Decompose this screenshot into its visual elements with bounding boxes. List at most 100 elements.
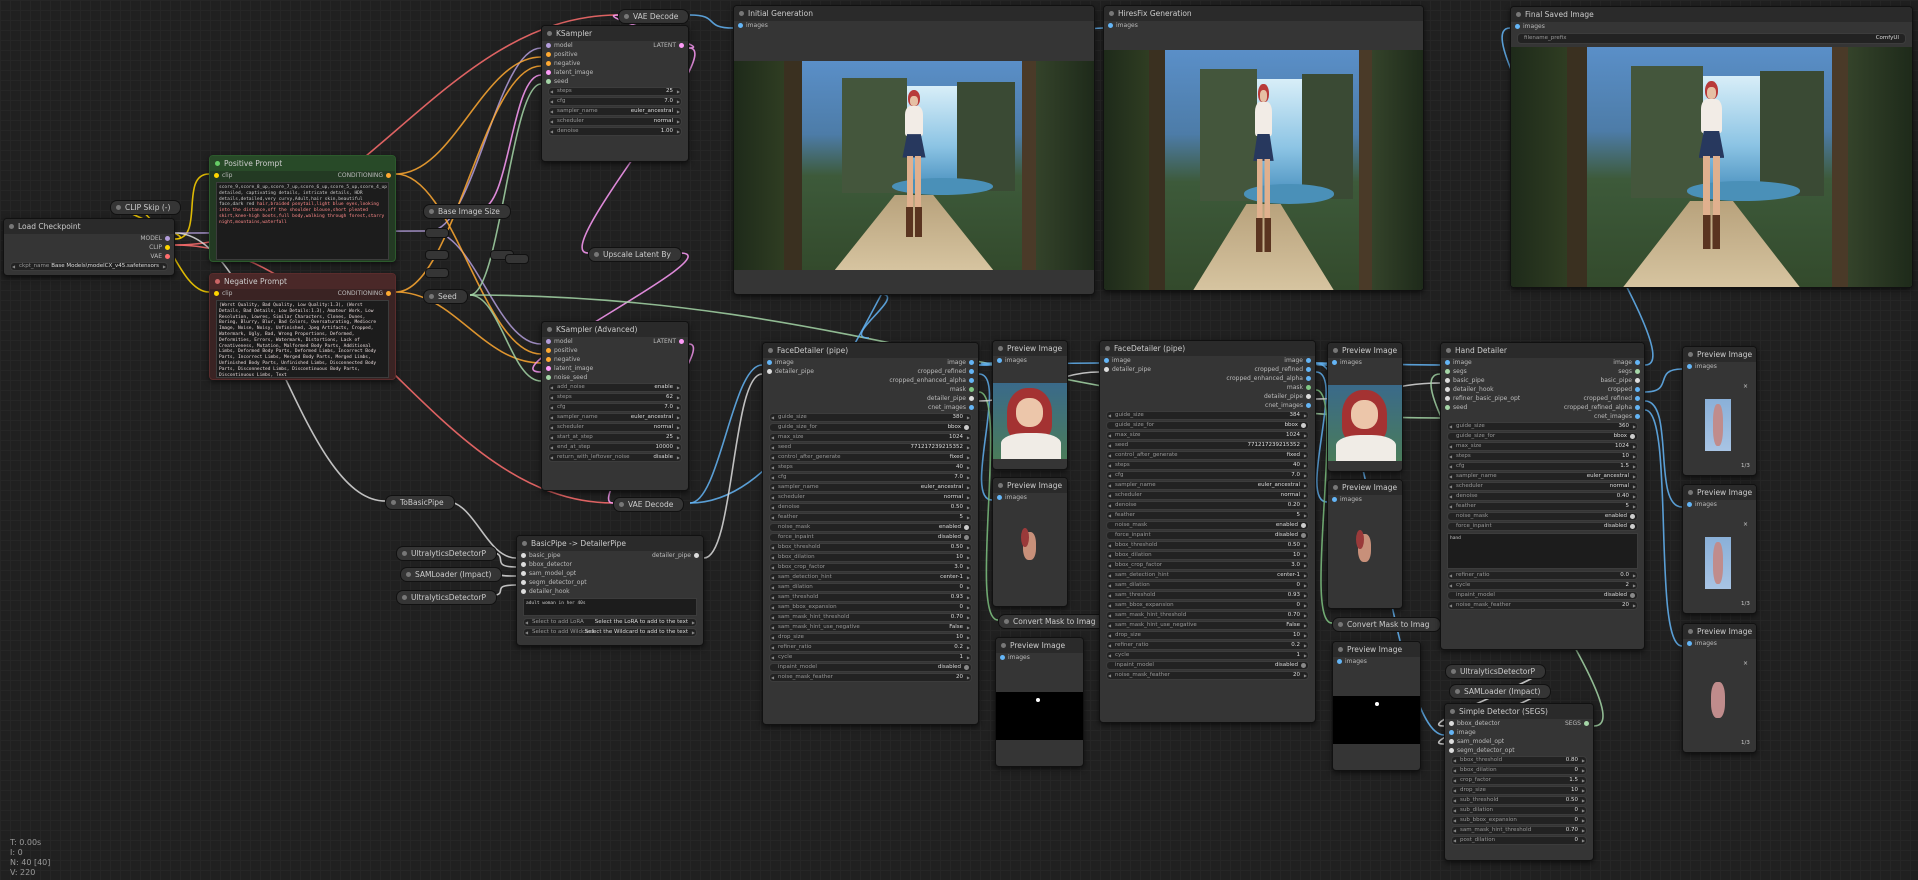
output-socket[interactable] — [165, 236, 170, 241]
node-header[interactable]: Final Saved Image — [1511, 7, 1912, 22]
preview-image-h1-node[interactable]: Preview Image images × 1/3 — [1682, 346, 1757, 476]
ksampler-node[interactable]: KSampler model LATENT positive negative l… — [541, 25, 689, 162]
force-inpaint-widget[interactable]: force_inpaint disabled — [1106, 531, 1309, 540]
inpaint-model-widget[interactable]: inpaint_model disabled — [769, 663, 972, 672]
input-socket[interactable] — [738, 23, 743, 28]
sam-dilation-widget[interactable]: sam_dilation0 — [1106, 581, 1309, 590]
toggle-knob[interactable] — [1630, 514, 1635, 519]
output-socket[interactable] — [1306, 376, 1311, 381]
cycle-widget[interactable]: cycle1 — [769, 653, 972, 662]
seed-widget[interactable]: seed771217239215352 — [1106, 441, 1309, 450]
guide-size-for-widget[interactable]: guide_size_for bbox — [769, 423, 972, 432]
output-socket[interactable] — [1635, 378, 1640, 383]
output-socket[interactable] — [1306, 394, 1311, 399]
inpaint-model-widget[interactable]: inpaint_model disabled — [1106, 661, 1309, 670]
scheduler-widget[interactable]: schedulernormal — [769, 493, 972, 502]
steps-widget[interactable]: steps40 — [1106, 461, 1309, 470]
input-socket[interactable] — [1104, 358, 1109, 363]
guide-size-widget[interactable]: guide_size360 — [1447, 422, 1638, 431]
to-basic-pipe-node[interactable]: ToBasicPipe — [385, 495, 455, 510]
sampler-name-widget[interactable]: sampler_nameeuler_ancestral — [1447, 472, 1638, 481]
input-socket[interactable] — [546, 357, 551, 362]
post-dilation-widget[interactable]: post_dilation0 — [1451, 836, 1587, 845]
reroute-node[interactable] — [505, 254, 529, 264]
hiresfix-generation-node[interactable]: HiresFix Generation images — [1103, 5, 1424, 291]
basic-to-detailer-pipe-node[interactable]: BasicPipe -> DetailerPipe basic_pipe deta… — [516, 535, 704, 646]
input-socket[interactable] — [997, 495, 1002, 500]
output-socket[interactable] — [969, 360, 974, 365]
node-header[interactable]: Preview Image — [1328, 480, 1402, 495]
initial-generation-node[interactable]: Initial Generation images — [733, 5, 1095, 295]
negative-prompt-text[interactable]: (Worst Quality, Bad Quality, Low Quality… — [216, 300, 389, 378]
input-socket[interactable] — [1104, 367, 1109, 372]
seed-node[interactable]: Seed — [423, 289, 468, 304]
input-socket[interactable] — [1445, 360, 1450, 365]
input-socket[interactable] — [1449, 730, 1454, 735]
negative-prompt-node[interactable]: Negative Prompt clip CONDITIONING (Worst … — [209, 273, 396, 380]
control-after-generate-widget[interactable]: control_after_generatefixed — [769, 453, 972, 462]
input-socket[interactable] — [521, 580, 526, 585]
node-header[interactable]: FaceDetailer (pipe) — [1100, 341, 1315, 356]
cfg-widget[interactable]: cfg7.0 — [1106, 471, 1309, 480]
refiner-ratio-widget[interactable]: refiner_ratio0.0 — [1447, 571, 1638, 580]
cycle-widget[interactable]: cycle1 — [1106, 651, 1309, 660]
clip-skip-node[interactable]: CLIP Skip (-) — [110, 200, 182, 215]
input-socket[interactable] — [1445, 405, 1450, 410]
scheduler-widget[interactable]: schedulernormal — [548, 423, 682, 432]
toggle-knob[interactable] — [1630, 524, 1635, 529]
output-socket[interactable] — [969, 405, 974, 410]
force-inpaint-widget[interactable]: force_inpaint disabled — [1447, 522, 1638, 531]
input-socket[interactable] — [214, 291, 219, 296]
noise-mask-feather-widget[interactable]: noise_mask_feather20 — [1447, 601, 1638, 610]
inpaint-model-widget[interactable]: inpaint_model disabled — [1447, 591, 1638, 600]
node-header[interactable]: Preview Image — [996, 638, 1083, 653]
output-socket[interactable] — [969, 396, 974, 401]
output-socket[interactable] — [386, 173, 391, 178]
control-after-generate-widget[interactable]: control_after_generatefixed — [1106, 451, 1309, 460]
preview-image-h2-node[interactable]: Preview Image images × 1/3 — [1682, 484, 1757, 614]
preview-image-f-node[interactable]: Preview Image images — [1332, 641, 1421, 771]
input-socket[interactable] — [1337, 659, 1342, 664]
feather-widget[interactable]: feather5 — [1447, 502, 1638, 511]
max-size-widget[interactable]: max_size1024 — [1106, 431, 1309, 440]
output-socket[interactable] — [1635, 387, 1640, 392]
input-socket[interactable] — [1449, 721, 1454, 726]
cfg-widget[interactable]: cfg7.0 — [548, 97, 682, 106]
sam-bbox-expansion-widget[interactable]: sam_bbox_expansion0 — [769, 603, 972, 612]
face-detailer-1-node[interactable]: FaceDetailer (pipe) image image detailer_… — [762, 342, 979, 725]
sam-detection-hint-widget[interactable]: sam_detection_hintcenter-1 — [1106, 571, 1309, 580]
bbox-dilation-widget[interactable]: bbox_dilation10 — [1106, 551, 1309, 560]
sampler-name-widget[interactable]: sampler_nameeuler_ancestral — [769, 483, 972, 492]
preview-image-b-node[interactable]: Preview Image images — [992, 477, 1068, 607]
base-image-size-node[interactable]: Base Image Size — [423, 204, 511, 219]
reroute-node[interactable] — [425, 250, 449, 260]
toggle-knob[interactable] — [964, 535, 969, 540]
input-socket[interactable] — [1687, 364, 1692, 369]
wildcard-text[interactable]: adult woman in her 40s — [523, 598, 697, 616]
input-socket[interactable] — [1449, 748, 1454, 753]
input-socket[interactable] — [1332, 497, 1337, 502]
input-socket[interactable] — [767, 360, 772, 365]
drop-size-widget[interactable]: drop_size10 — [769, 633, 972, 642]
sam-loader-1-node[interactable]: SAMLoader (Impact) — [400, 567, 503, 582]
input-socket[interactable] — [1332, 360, 1337, 365]
sam-mask-hint-threshold-widget[interactable]: sam_mask_hint_threshold0.70 — [769, 613, 972, 622]
toggle-knob[interactable] — [1301, 423, 1306, 428]
add-noise-widget[interactable]: add_noiseenable — [548, 383, 682, 392]
ultralytics-detector-3-node[interactable]: UltralyticsDetectorP — [1445, 664, 1546, 679]
face-detailer-2-node[interactable]: FaceDetailer (pipe) image image detailer_… — [1099, 340, 1316, 723]
positive-prompt-text[interactable]: score_9,score_8_up,score_7_up,score_6_up… — [216, 182, 389, 260]
steps-widget[interactable]: steps40 — [769, 463, 972, 472]
refiner-ratio-widget[interactable]: refiner_ratio0.2 — [1106, 641, 1309, 650]
scheduler-widget[interactable]: schedulernormal — [1447, 482, 1638, 491]
output-socket[interactable] — [1635, 369, 1640, 374]
sub-threshold-widget[interactable]: sub_threshold0.50 — [1451, 796, 1587, 805]
sam-mask-hint-use-negative-widget[interactable]: sam_mask_hint_use_negativeFalse — [769, 623, 972, 632]
output-socket[interactable] — [1635, 414, 1640, 419]
input-socket[interactable] — [1108, 23, 1113, 28]
node-header[interactable]: Preview Image — [993, 341, 1067, 356]
return-with-leftover-noise-widget[interactable]: return_with_leftover_noisedisable — [548, 453, 682, 462]
output-socket[interactable] — [1306, 367, 1311, 372]
noise-mask-widget[interactable]: noise_mask enabled — [769, 523, 972, 532]
noise-mask-widget[interactable]: noise_mask enabled — [1106, 521, 1309, 530]
